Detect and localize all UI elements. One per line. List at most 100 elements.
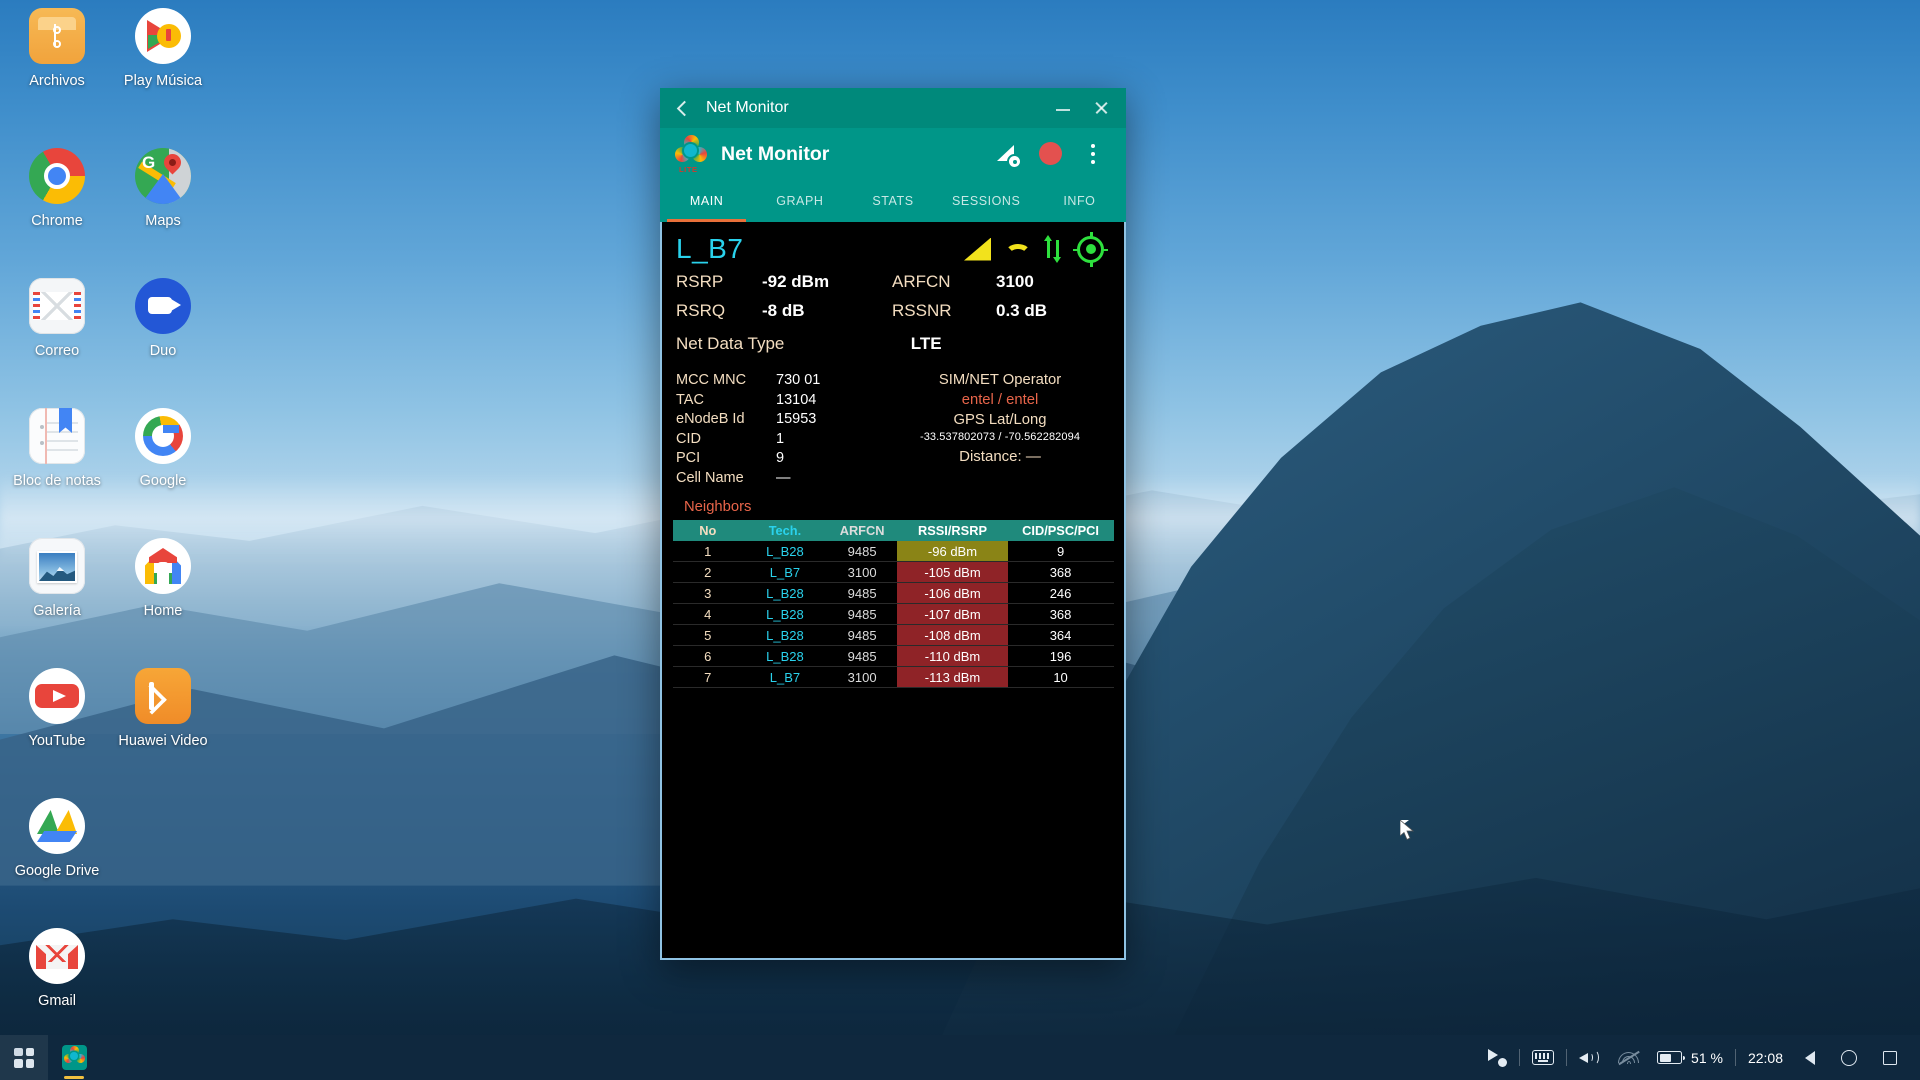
tab-main[interactable]: MAIN	[660, 180, 753, 222]
metric-key: RSRQ	[676, 301, 726, 320]
notepad-icon	[29, 408, 85, 464]
desktop-icon-play-musica[interactable]: Play Música	[110, 8, 216, 90]
desktop-icon-chrome[interactable]: Chrome	[4, 148, 110, 230]
cell-no: 5	[672, 624, 744, 646]
app-bar: LITE Net Monitor	[660, 128, 1126, 180]
desktop-icon-home[interactable]: Home	[110, 538, 216, 620]
desktop-icon-google-drive[interactable]: Google Drive	[4, 798, 110, 880]
table-row[interactable]: 7 L_B7 3100 -113 dBm 10	[672, 666, 1114, 688]
tab-stats[interactable]: STATS	[846, 180, 939, 222]
column-header-cid: CID/PSC/PCI	[1007, 520, 1114, 541]
operator-value: entel / entel	[961, 392, 1039, 408]
cell-no: 6	[672, 645, 744, 667]
detail-row: eNodeB Id 15953	[676, 411, 817, 427]
column-header-no: No	[672, 520, 744, 541]
cell-tech: L_B28	[743, 582, 827, 604]
desktop-icon-maps[interactable]: G Maps	[110, 148, 216, 230]
back-triangle-icon[interactable]	[1792, 1035, 1828, 1080]
window-titlebar[interactable]: Net Monitor	[660, 88, 1126, 128]
main-tab-content: L_B7 RSRP -92 dBm ARFCN 3100 RSRQ -8 dB …	[660, 222, 1126, 960]
signal-settings-icon[interactable]	[988, 133, 1030, 175]
operator-gps-block: SIM/NET Operator entel / entel GPS Lat/L…	[890, 372, 1110, 489]
serving-cell-band: L_B7	[676, 233, 744, 264]
desktop-icon-gmail[interactable]: Gmail	[4, 928, 110, 1010]
volume-icon[interactable]	[1570, 1035, 1609, 1080]
google-home-icon	[135, 538, 191, 594]
google-drive-icon	[29, 798, 85, 854]
metric-value: 3100	[996, 272, 1034, 291]
desktop-icon-youtube[interactable]: YouTube	[4, 668, 110, 750]
app-grid-icon[interactable]	[0, 1035, 48, 1080]
desktop-icon-correo[interactable]: Correo	[4, 278, 110, 360]
home-circle-icon[interactable]	[1828, 1035, 1870, 1080]
pointer-check-icon[interactable]	[1479, 1035, 1516, 1080]
cell-cid: 368	[1007, 603, 1114, 625]
cell-rssi: -113 dBm	[897, 666, 1008, 688]
net-monitor-taskbar-icon[interactable]	[48, 1035, 100, 1080]
desktop-icon-bloc-de-notas[interactable]: Bloc de notas	[4, 408, 110, 490]
cell-cid: 9	[1007, 541, 1114, 562]
cell-cid: 246	[1007, 582, 1114, 604]
tab-info[interactable]: INFO	[1033, 180, 1126, 222]
metric-key: RSRP	[676, 272, 724, 291]
detail-row: TAC 13104	[676, 391, 817, 408]
clock[interactable]: 22:08	[1739, 1035, 1792, 1080]
desktop-icon-huawei-video[interactable]: Huawei Video	[110, 668, 216, 750]
desktop-icon-archivos[interactable]: Archivos	[4, 8, 110, 90]
table-row[interactable]: 1 L_B28 9485 -96 dBm 9	[672, 541, 1114, 562]
cell-arfcn: 3100	[826, 561, 898, 583]
cell-tech: L_B28	[743, 645, 827, 667]
desktop-icon-duo[interactable]: Duo	[110, 278, 216, 360]
tab-sessions[interactable]: SESSIONS	[940, 180, 1033, 222]
distance-value: Distance: —	[959, 448, 1041, 465]
neighbors-table: No Tech. ARFCN RSSI/RSRP CID/PSC/PCI 1 L_…	[672, 520, 1114, 688]
table-row[interactable]: 4 L_B28 9485 -107 dBm 368	[672, 603, 1114, 625]
cell-tech: L_B7	[743, 561, 827, 583]
gmail-icon	[29, 928, 85, 984]
recents-square-icon[interactable]	[1870, 1035, 1910, 1080]
cell-tech: L_B28	[743, 541, 827, 562]
table-row[interactable]: 2 L_B7 3100 -105 dBm 368	[672, 561, 1114, 583]
more-vertical-icon[interactable]	[1072, 133, 1114, 175]
desktop-icon-grid: Archivos Play Música Chrome G Maps Corre…	[0, 0, 220, 1035]
detail-row: CID 1	[676, 430, 785, 447]
desktop-icon-galeria[interactable]: Galería	[4, 538, 110, 620]
keyboard-icon[interactable]	[1523, 1035, 1563, 1080]
cell-rssi: -96 dBm	[897, 541, 1008, 562]
gps-label: GPS Lat/Long	[953, 412, 1047, 428]
column-header-rssi: RSSI/RSRP	[897, 520, 1008, 541]
chrome-icon	[29, 148, 85, 204]
chevron-left-icon[interactable]	[672, 98, 692, 118]
battery-status[interactable]: 51 %	[1648, 1035, 1732, 1080]
cell-arfcn: 9485	[826, 582, 898, 604]
taskbar-tray: 51 % 22:08	[1479, 1035, 1920, 1080]
tray-divider	[1566, 1049, 1568, 1066]
desktop-icon-google[interactable]: Google	[110, 408, 216, 490]
net-monitor-logo-icon: LITE	[673, 131, 709, 174]
play-music-icon	[135, 8, 191, 64]
record-icon[interactable]	[1030, 133, 1072, 175]
mail-icon	[29, 278, 85, 334]
cell-no: 2	[672, 561, 744, 583]
tab-graph[interactable]: GRAPH	[753, 180, 846, 222]
table-row[interactable]: 6 L_B28 9485 -110 dBm 196	[672, 645, 1114, 667]
cell-no: 3	[672, 582, 744, 604]
duo-icon	[135, 278, 191, 334]
cell-rssi: -110 dBm	[897, 645, 1008, 667]
cell-cid: 196	[1007, 645, 1114, 667]
huawei-video-icon	[135, 668, 191, 724]
cell-arfcn: 9485	[826, 645, 898, 667]
close-icon[interactable]	[1082, 93, 1120, 123]
net-data-type-value: LTE	[910, 334, 942, 353]
table-row[interactable]: 5 L_B28 9485 -108 dBm 364	[672, 624, 1114, 646]
table-row[interactable]: 3 L_B28 9485 -106 dBm 246	[672, 582, 1114, 604]
gps-fix-icon	[1073, 231, 1108, 267]
minimize-icon[interactable]	[1044, 93, 1082, 123]
tab-bar: MAIN GRAPH STATS SESSIONS INFO	[660, 180, 1126, 222]
wifi-off-icon[interactable]	[1609, 1035, 1648, 1080]
metric-key: ARFCN	[892, 272, 951, 291]
cell-no: 4	[672, 603, 744, 625]
cell-tech: L_B28	[743, 624, 827, 646]
cell-rssi: -107 dBm	[897, 603, 1008, 625]
taskbar: 51 % 22:08	[0, 1035, 1920, 1080]
